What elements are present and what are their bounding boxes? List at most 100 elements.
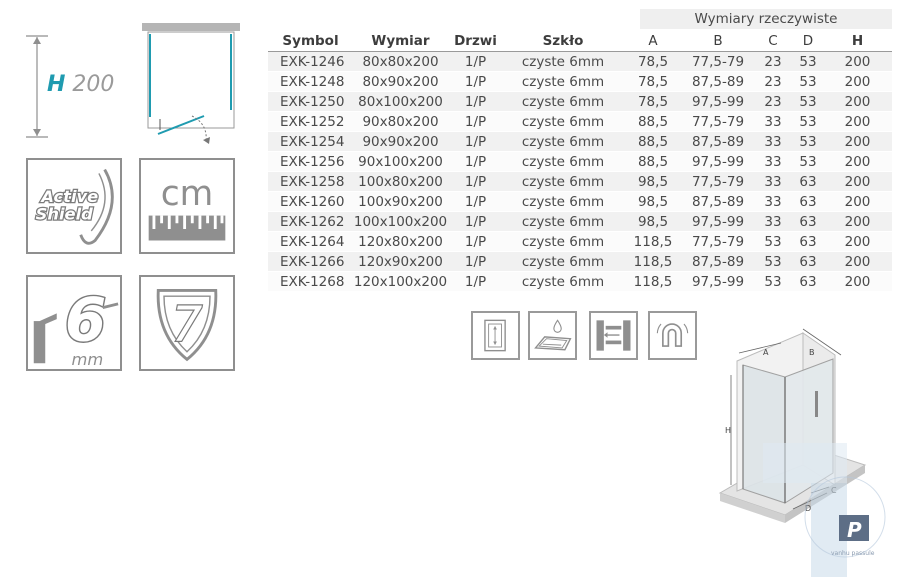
ruler-icon: cm: [148, 174, 226, 241]
active-shield-tile: Active Shield: [26, 158, 122, 254]
cell-d: 63: [793, 231, 823, 252]
cell-symbol: EXK-1254: [268, 131, 353, 152]
height-letter: H: [47, 72, 66, 97]
adjustable-profile-feature: [589, 311, 638, 360]
height-value: 200: [72, 72, 115, 97]
cell-szklo: czyste 6mm: [503, 71, 623, 92]
col-header-wymiar: Wymiar: [353, 30, 448, 52]
cm-measure-tile: cm: [139, 158, 235, 254]
real-dimensions-header: Wymiary rzeczywiste: [640, 9, 892, 29]
cell-d: 53: [793, 71, 823, 92]
cell-d: 53: [793, 151, 823, 172]
cell-szklo: czyste 6mm: [503, 171, 623, 192]
cell-h: 200: [823, 171, 892, 192]
warranty-shield-icon: 7: [156, 288, 218, 362]
cell-wymiar: 80x100x200: [353, 91, 448, 112]
cell-a: 78,5: [623, 91, 683, 112]
cell-h: 200: [823, 191, 892, 212]
cell-b: 97,5-99: [683, 91, 753, 112]
cell-b: 87,5-89: [683, 251, 753, 272]
cell-wymiar: 90x100x200: [353, 151, 448, 172]
dim-label-h: H: [725, 426, 731, 435]
cell-b: 97,5-99: [683, 211, 753, 232]
cell-h: 200: [823, 211, 892, 232]
cell-szklo: czyste 6mm: [503, 271, 623, 292]
cell-drzwi: 1/P: [448, 111, 503, 132]
water-drop-glass-icon: [534, 319, 572, 351]
cell-h: 200: [823, 51, 892, 72]
cell-b: 87,5-89: [683, 71, 753, 92]
watermark-text: vanhu passule: [831, 550, 875, 557]
cell-wymiar: 120x90x200: [353, 251, 448, 272]
magnetic-seal-feature: [648, 311, 697, 360]
cell-wymiar: 90x80x200: [353, 111, 448, 132]
cell-wymiar: 80x90x200: [353, 71, 448, 92]
cell-a: 98,5: [623, 171, 683, 192]
height-label: H 200: [47, 72, 114, 97]
magnet-icon: [656, 323, 689, 347]
cell-szklo: czyste 6mm: [503, 91, 623, 112]
col-header-a: A: [623, 30, 683, 52]
cell-szklo: czyste 6mm: [503, 251, 623, 272]
cell-a: 118,5: [623, 251, 683, 272]
cell-drzwi: 1/P: [448, 131, 503, 152]
table-row: EXK-1254 90x90x200 1/P czyste 6mm 88,5 87,5-8…: [268, 131, 892, 152]
cell-d: 53: [793, 51, 823, 72]
active-shield-icon: Active Shield: [34, 168, 114, 245]
cell-c: 33: [753, 111, 793, 132]
cell-drzwi: 1/P: [448, 91, 503, 112]
cell-wymiar: 100x90x200: [353, 191, 448, 212]
cell-wymiar: 80x80x200: [353, 51, 448, 72]
cell-symbol: EXK-1256: [268, 151, 353, 172]
cell-b: 87,5-89: [683, 191, 753, 212]
cell-szklo: czyste 6mm: [503, 211, 623, 232]
cell-d: 53: [793, 91, 823, 112]
dim-label-b: B: [809, 348, 815, 357]
cell-h: 200: [823, 231, 892, 252]
cell-c: 53: [753, 271, 793, 292]
thickness-unit: mm: [72, 350, 104, 369]
cell-a: 78,5: [623, 71, 683, 92]
cell-c: 23: [753, 91, 793, 112]
cell-b: 77,5-79: [683, 51, 753, 72]
dim-label-a: A: [763, 348, 769, 357]
table-row: EXK-1260 100x90x200 1/P czyste 6mm 98,5 87,5-…: [268, 191, 892, 212]
cell-h: 200: [823, 151, 892, 172]
cell-h: 200: [823, 251, 892, 272]
glass-thickness-tile: 6 mm: [26, 275, 122, 371]
cell-drzwi: 1/P: [448, 231, 503, 252]
top-view-diagram-icon: [142, 23, 240, 144]
cell-d: 63: [793, 211, 823, 232]
table-header-row: Symbol Wymiar Drzwi Szkło A B C D H: [268, 30, 892, 52]
cell-drzwi: 1/P: [448, 211, 503, 232]
cell-b: 97,5-99: [683, 271, 753, 292]
table-row: EXK-1266 120x90x200 1/P czyste 6mm 118,5 87,5…: [268, 251, 892, 272]
cell-c: 23: [753, 71, 793, 92]
shower-isometric-diagram: A B C D H P vanhu passule: [718, 328, 886, 577]
cell-a: 98,5: [623, 211, 683, 232]
cell-a: 98,5: [623, 191, 683, 212]
table-row: EXK-1246 80x80x200 1/P czyste 6mm 78,5 77,5-7…: [268, 51, 892, 72]
cell-b: 97,5-99: [683, 151, 753, 172]
table-row: EXK-1268 120x100x200 1/P czyste 6mm 118,5 97,…: [268, 271, 892, 292]
col-header-b: B: [683, 30, 753, 52]
cell-wymiar: 90x90x200: [353, 131, 448, 152]
col-header-szklo: Szkło: [503, 30, 623, 52]
cell-c: 33: [753, 171, 793, 192]
cell-drzwi: 1/P: [448, 251, 503, 272]
cell-d: 53: [793, 131, 823, 152]
cell-h: 200: [823, 111, 892, 132]
cell-drzwi: 1/P: [448, 151, 503, 172]
cell-szklo: czyste 6mm: [503, 51, 623, 72]
reversible-door-icon: [484, 319, 506, 352]
cell-c: 33: [753, 211, 793, 232]
table-row: EXK-1256 90x100x200 1/P czyste 6mm 88,5 97,5-…: [268, 151, 892, 172]
cell-a: 88,5: [623, 111, 683, 132]
cell-h: 200: [823, 71, 892, 92]
cell-drzwi: 1/P: [448, 171, 503, 192]
reversible-door-feature: [471, 311, 520, 360]
easy-clean-feature: [528, 311, 577, 360]
cell-wymiar: 100x80x200: [353, 171, 448, 192]
warranty-years: 7: [172, 297, 203, 352]
cell-h: 200: [823, 91, 892, 112]
